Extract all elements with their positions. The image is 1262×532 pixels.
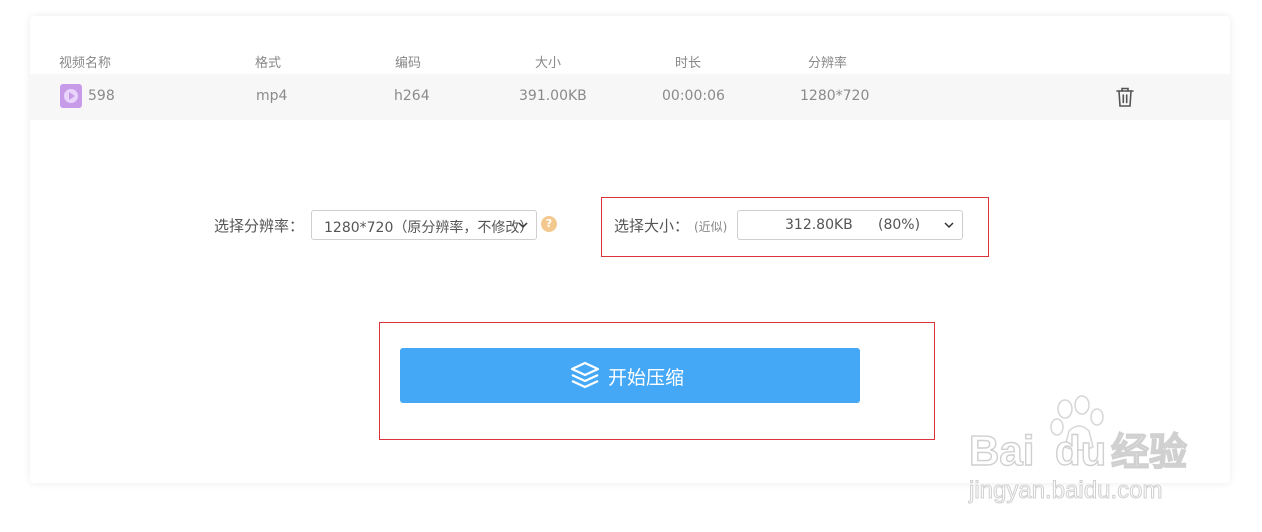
header-resolution: 分辨率 xyxy=(808,56,848,71)
watermark-brand-b: du xyxy=(1055,427,1106,474)
header-video-name: 视频名称 xyxy=(59,56,112,71)
resolution-select[interactable]: 1280*720（原分辨率，不修改） xyxy=(311,210,537,240)
size-select-percent: (80%) xyxy=(878,217,921,233)
header-size: 大小 xyxy=(535,56,562,71)
table-row: 598 mp4 h264 391.00KB 00:00:06 1280*720 xyxy=(30,74,1230,120)
header-codec: 编码 xyxy=(395,56,422,71)
watermark-brand-c: 经验 xyxy=(1111,430,1187,474)
start-compress-button[interactable]: 开始压缩 xyxy=(400,348,860,403)
video-name: 598 xyxy=(88,88,115,104)
table-header: 视频名称 格式 编码 大小 时长 分辨率 xyxy=(30,52,1230,72)
header-format: 格式 xyxy=(255,56,282,71)
header-duration: 时长 xyxy=(675,56,702,71)
video-file-icon xyxy=(60,84,82,108)
watermark-brand-a: Bai xyxy=(969,427,1034,474)
size-approx-hint: (近似) xyxy=(694,220,728,234)
size-select-value: 312.80KB xyxy=(785,217,853,233)
video-codec: h264 xyxy=(394,88,430,104)
layers-icon xyxy=(570,361,600,389)
baidu-watermark: Bai du 经验 jingyan.baidu.com xyxy=(968,395,1188,505)
question-icon[interactable]: ? xyxy=(541,216,557,232)
video-format: mp4 xyxy=(256,88,288,104)
trash-icon[interactable] xyxy=(1115,86,1135,108)
resolution-label: 选择分辨率： xyxy=(214,217,305,235)
size-select[interactable]: 312.80KB (80%) xyxy=(737,210,963,240)
video-resolution: 1280*720 xyxy=(800,88,870,104)
size-label: 选择大小： xyxy=(614,217,690,235)
video-size: 391.00KB xyxy=(519,88,587,104)
watermark-url: jingyan.baidu.com xyxy=(968,477,1162,504)
resolution-select-value: 1280*720（原分辨率，不修改） xyxy=(324,220,534,236)
video-duration: 00:00:06 xyxy=(662,88,725,104)
start-compress-label: 开始压缩 xyxy=(608,367,685,389)
chevron-down-icon xyxy=(944,222,954,229)
chevron-down-icon xyxy=(518,222,528,229)
